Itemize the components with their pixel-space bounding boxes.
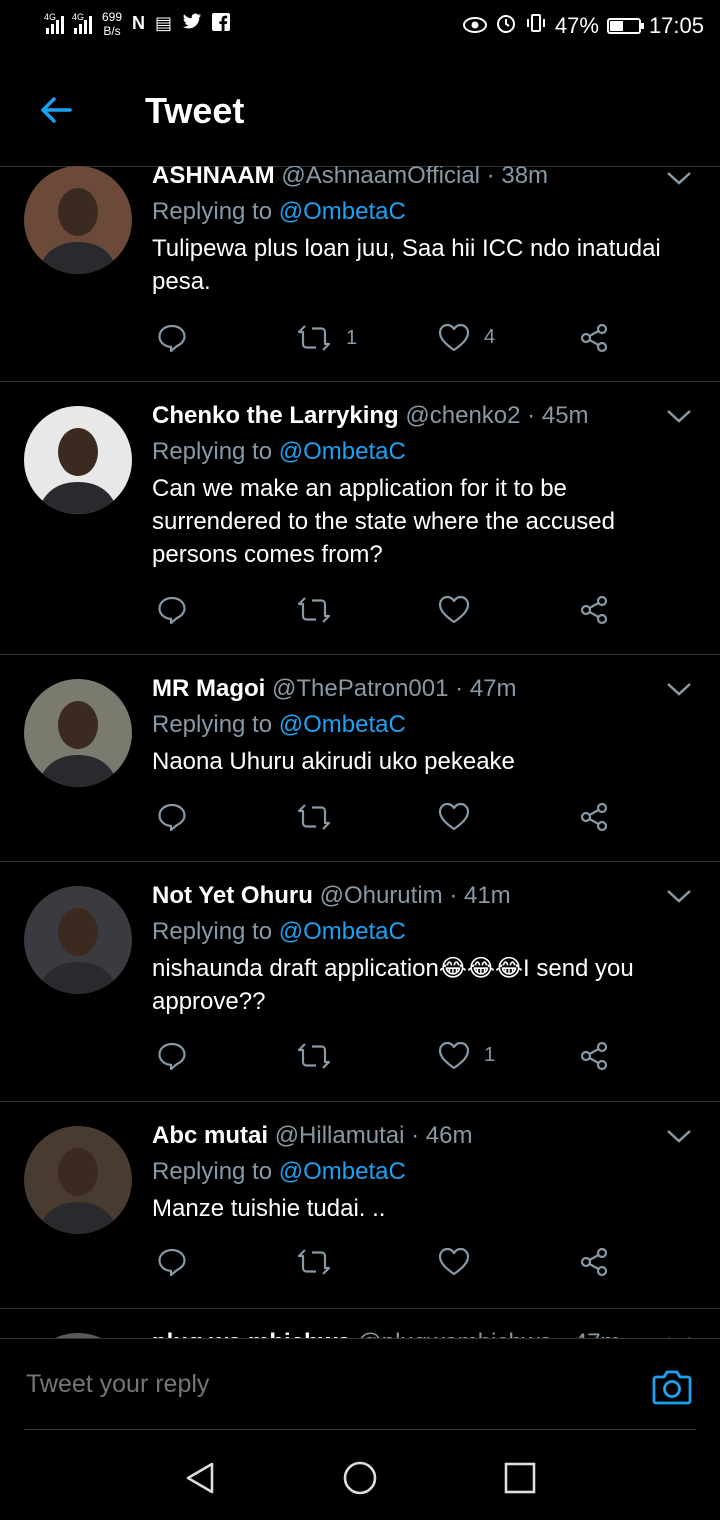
tweet[interactable]: MR Magoi @ThePatron001 · 47m Replying to… xyxy=(0,655,720,862)
camera-icon[interactable] xyxy=(650,1365,694,1409)
vibrate-icon xyxy=(525,12,547,40)
network-speed: 699 B/s xyxy=(102,10,123,38)
display-name[interactable]: ASHNAAM xyxy=(152,166,275,189)
timestamp: 45m xyxy=(541,402,589,429)
like-button[interactable] xyxy=(438,801,484,831)
avatar[interactable] xyxy=(24,166,132,274)
replying-to-link[interactable]: @OmbetaC xyxy=(279,1158,406,1185)
n-icon: N xyxy=(132,12,146,33)
avatar[interactable] xyxy=(24,406,132,514)
retweet-count: 1 xyxy=(346,326,358,349)
replying-to-link[interactable]: @OmbetaC xyxy=(279,711,406,738)
chevron-down-icon[interactable] xyxy=(666,408,692,424)
tweet[interactable]: ASHNAAM @AshnaamOfficial · 38m Replying … xyxy=(0,166,720,382)
display-name[interactable]: Abc mutai xyxy=(152,1122,268,1149)
replying-to-link[interactable]: @OmbetaC xyxy=(279,918,406,945)
share-icon[interactable] xyxy=(578,322,610,354)
reply-icon[interactable] xyxy=(156,322,188,354)
handle[interactable]: @ThePatron001 xyxy=(272,675,448,702)
timestamp: 41m xyxy=(463,882,511,909)
like-count: 1 xyxy=(484,1043,496,1066)
reply-icon[interactable] xyxy=(156,594,188,626)
handle[interactable]: @Hillamutai xyxy=(275,1122,405,1149)
display-name[interactable]: plug wa mbichwa xyxy=(152,1329,351,1338)
chevron-down-icon[interactable] xyxy=(666,888,692,904)
chevron-down-icon[interactable] xyxy=(666,170,692,186)
like-button[interactable] xyxy=(438,594,484,624)
recents-nav-icon[interactable] xyxy=(502,1460,538,1496)
timestamp: 47m xyxy=(574,1329,621,1338)
tweet[interactable]: plug wa mbichwa @plugwambichwa · 47m xyxy=(0,1309,720,1338)
timestamp: 46m xyxy=(425,1122,473,1149)
display-name[interactable]: Chenko the Larryking xyxy=(152,402,399,429)
alarm-icon xyxy=(495,12,517,40)
eye-icon xyxy=(462,13,487,39)
replying-to: Replying to @OmbetaC xyxy=(152,438,406,465)
retweet-button[interactable]: 1 xyxy=(296,322,357,354)
app-header: Tweet xyxy=(0,56,720,167)
like-button[interactable] xyxy=(438,1246,484,1276)
retweet-button[interactable] xyxy=(296,594,346,626)
timestamp: 47m xyxy=(469,675,517,702)
reply-icon[interactable] xyxy=(156,1246,188,1278)
reply-input[interactable] xyxy=(24,1369,588,1400)
tweet-text: Tulipewa plus loan juu, Saa hii ICC ndo … xyxy=(152,235,661,295)
replying-to-link[interactable]: @OmbetaC xyxy=(279,438,406,465)
replying-to: Replying to @OmbetaC xyxy=(152,918,406,945)
share-icon[interactable] xyxy=(578,801,610,833)
replying-to: Replying to @OmbetaC xyxy=(152,711,406,738)
like-button[interactable]: 4 xyxy=(438,322,495,352)
twitter-icon xyxy=(182,13,202,36)
facebook-icon xyxy=(212,12,231,36)
timestamp: 38m xyxy=(501,166,549,189)
share-icon[interactable] xyxy=(578,1040,610,1072)
handle[interactable]: @chenko2 xyxy=(405,402,520,429)
share-icon[interactable] xyxy=(578,594,610,626)
tweet[interactable]: Abc mutai @Hillamutai · 46m Replying to … xyxy=(0,1102,720,1309)
display-name[interactable]: Not Yet Ohuru xyxy=(152,882,313,909)
signal-icon: 4G xyxy=(44,12,64,34)
home-nav-icon[interactable] xyxy=(342,1460,378,1496)
tweet[interactable]: Not Yet Ohuru @Ohurutim · 41m Replying t… xyxy=(0,862,720,1102)
handle[interactable]: @Ohurutim xyxy=(320,882,443,909)
news-icon: ▤ xyxy=(155,12,173,33)
tweet-text: Can we make an application for it to be … xyxy=(152,475,615,568)
back-nav-icon[interactable] xyxy=(182,1460,218,1496)
signal-icon-2: 4G xyxy=(72,12,92,34)
handle[interactable]: @plugwambichwa xyxy=(357,1329,552,1338)
like-button[interactable]: 1 xyxy=(438,1040,495,1070)
tweet-text: Manze tuishie tudai. .. xyxy=(152,1195,386,1222)
handle[interactable]: @AshnaamOfficial xyxy=(281,166,480,189)
reply-icon[interactable] xyxy=(156,1040,188,1072)
replies-feed: ASHNAAM @AshnaamOfficial · 38m Replying … xyxy=(0,166,720,1338)
display-name[interactable]: MR Magoi xyxy=(152,675,265,702)
reply-icon[interactable] xyxy=(156,801,188,833)
reply-bar xyxy=(0,1338,720,1431)
avatar[interactable] xyxy=(24,1126,132,1234)
share-icon[interactable] xyxy=(578,1246,610,1278)
battery-percent: 47% xyxy=(554,13,599,38)
like-count: 4 xyxy=(484,325,496,348)
tweet[interactable]: Chenko the Larryking @chenko2 · 45m Repl… xyxy=(0,382,720,655)
replying-to: Replying to @OmbetaC xyxy=(152,198,406,225)
avatar[interactable] xyxy=(24,886,132,994)
status-bar: 4G 4G 699 B/s N ▤ 47% 17:05 xyxy=(0,0,720,56)
chevron-down-icon[interactable] xyxy=(666,1128,692,1144)
retweet-button[interactable] xyxy=(296,801,346,833)
page-title: Tweet xyxy=(145,90,245,131)
replying-to: Replying to @OmbetaC xyxy=(152,1158,406,1185)
retweet-button[interactable] xyxy=(296,1040,346,1072)
battery-icon xyxy=(606,18,644,34)
tweet-text: Naona Uhuru akirudi uko pekeake xyxy=(152,748,515,775)
tweet-text: nishaunda draft application😂😂😂I send you… xyxy=(152,955,634,1015)
chevron-down-icon[interactable] xyxy=(666,681,692,697)
replying-to-link[interactable]: @OmbetaC xyxy=(279,198,406,225)
avatar[interactable] xyxy=(24,679,132,787)
back-arrow-icon[interactable] xyxy=(36,90,76,130)
retweet-button[interactable] xyxy=(296,1246,346,1278)
system-nav-bar xyxy=(0,1430,720,1520)
clock: 17:05 xyxy=(648,13,704,38)
